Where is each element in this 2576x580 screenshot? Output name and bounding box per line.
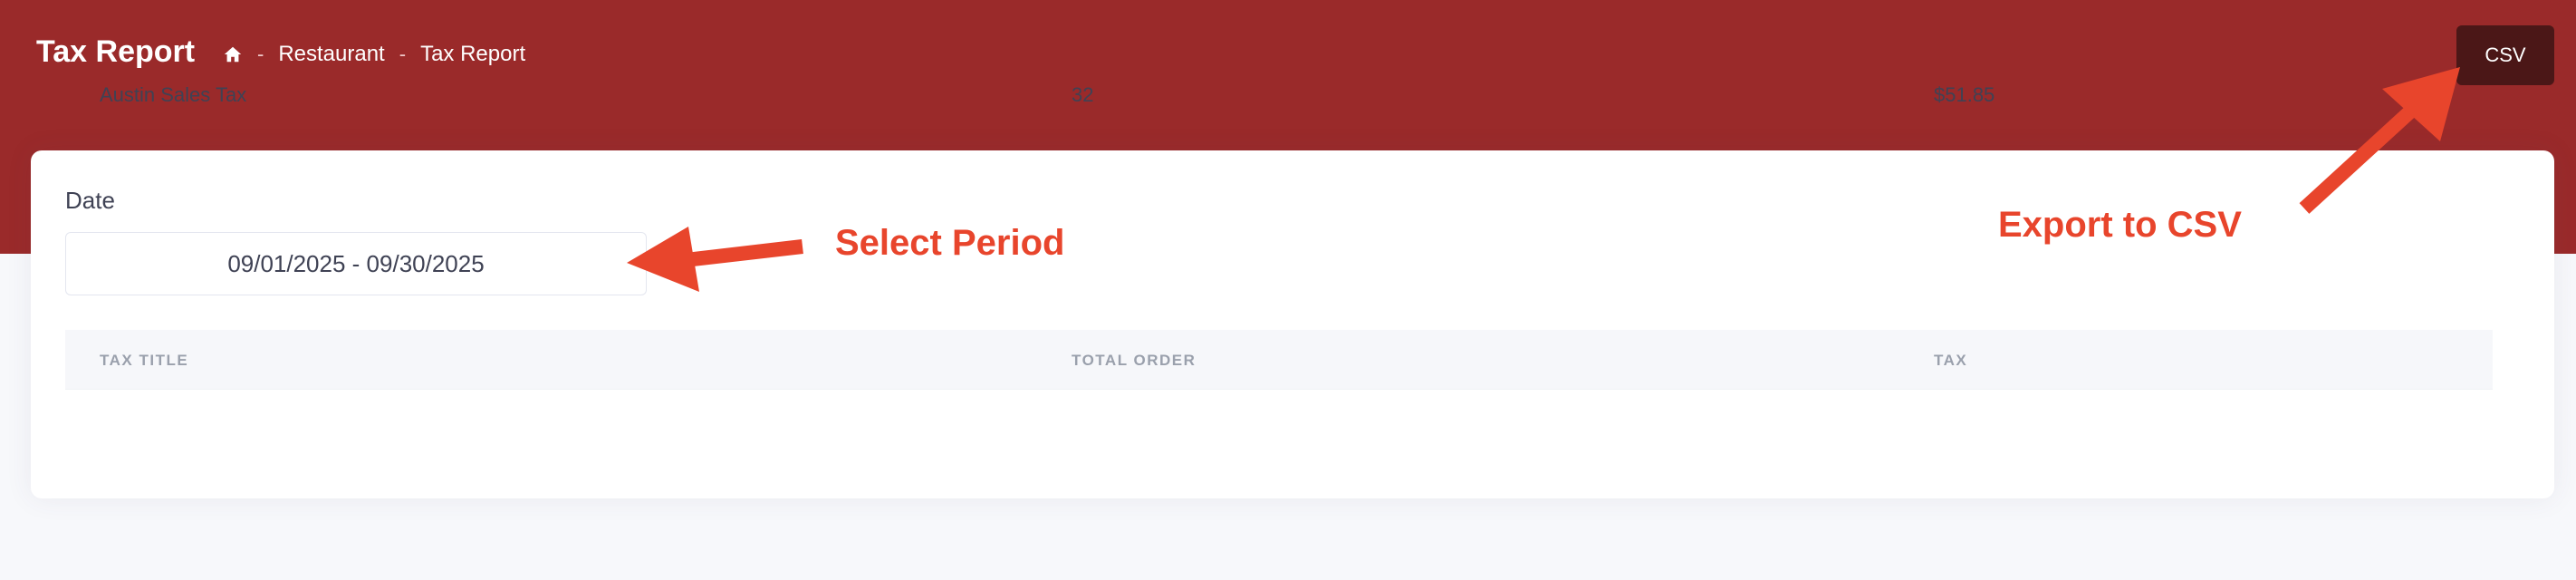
cell-tax-title: Austin Sales Tax bbox=[100, 83, 247, 106]
breadcrumb-item-tax-report: Tax Report bbox=[420, 42, 526, 66]
column-header-total-order[interactable]: TOTAL ORDER bbox=[1072, 352, 1196, 370]
breadcrumb-separator: - bbox=[399, 43, 407, 65]
breadcrumb-separator: - bbox=[257, 43, 264, 65]
breadcrumb: - Restaurant - Tax Report bbox=[223, 42, 525, 67]
cell-tax: $51.85 bbox=[1934, 83, 1995, 106]
column-header-tax-title[interactable]: TAX TITLE bbox=[100, 352, 188, 370]
report-card bbox=[31, 150, 2554, 498]
breadcrumb-item-restaurant[interactable]: Restaurant bbox=[278, 42, 384, 67]
date-range-input[interactable] bbox=[65, 232, 647, 295]
home-icon[interactable] bbox=[223, 44, 243, 64]
tax-table: TAX TITLE TOTAL ORDER TAX bbox=[65, 330, 2493, 390]
date-label: Date bbox=[65, 187, 115, 214]
page-title: Tax Report bbox=[36, 34, 196, 69]
select-period-annotation: Select Period bbox=[835, 223, 1065, 263]
column-header-tax[interactable]: TAX bbox=[1934, 352, 1967, 370]
csv-export-button[interactable]: CSV bbox=[2456, 25, 2554, 85]
cell-total-order: 32 bbox=[1072, 83, 1094, 106]
table-header: TAX TITLE TOTAL ORDER TAX bbox=[65, 330, 2493, 390]
export-csv-annotation: Export to CSV bbox=[1998, 205, 2242, 245]
